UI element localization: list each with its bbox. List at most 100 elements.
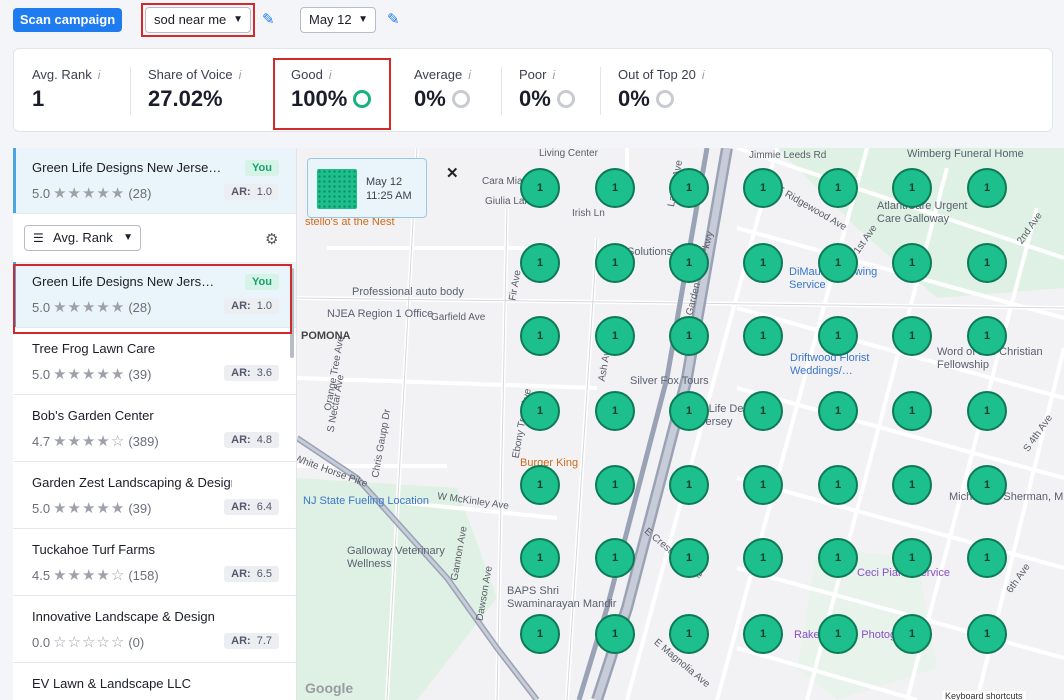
rank-pin[interactable]: 1 [595, 465, 635, 505]
poi-label: BAPS Shri Swaminarayan Mandir [507, 585, 617, 610]
out-of-top-ring-icon [655, 90, 674, 108]
rank-pin[interactable]: 1 [743, 391, 783, 431]
info-icon[interactable]: i [98, 68, 101, 82]
rank-pin[interactable]: 1 [595, 168, 635, 208]
rank-pin[interactable]: 1 [743, 243, 783, 283]
keyboard-shortcuts-link[interactable]: Keyboard shortcuts [942, 691, 1026, 700]
poi-label: Silver Fox Tours [630, 375, 709, 387]
rank-pin[interactable]: 1 [892, 168, 932, 208]
business-rating: 4.5 ★★★★☆ (158) [32, 567, 159, 584]
average-ring-icon [451, 90, 470, 108]
business-list-item[interactable]: EV Lawn & Landscape LLC [13, 664, 296, 700]
rank-pin[interactable]: 1 [595, 614, 635, 654]
rank-pin[interactable]: 1 [892, 465, 932, 505]
metrics-card: Avg. Rank i 1 Share of Voice i 27.02% Good… [13, 48, 1053, 132]
rank-pin[interactable]: 1 [669, 465, 709, 505]
gear-icon[interactable]: ⚙ [265, 230, 278, 248]
metric-value: 27.02% [148, 86, 223, 111]
scan-date: May 12 [366, 176, 403, 188]
close-icon[interactable]: ✕ [446, 164, 459, 182]
rank-pin[interactable]: 1 [520, 316, 560, 356]
rank-pin[interactable]: 1 [595, 391, 635, 431]
rank-pin[interactable]: 1 [669, 391, 709, 431]
rank-pin[interactable]: 1 [967, 614, 1007, 654]
rank-pin[interactable]: 1 [818, 243, 858, 283]
business-name: Innovative Landscape & Design [32, 609, 215, 624]
scan-campaign-button[interactable]: Scan campaign [13, 8, 122, 32]
rank-pin[interactable]: 1 [892, 538, 932, 578]
good-ring-icon [353, 90, 372, 108]
business-list-item[interactable]: Garden Zest Landscaping & Design 5.0 ★★★★★… [13, 463, 296, 529]
poi-label: Wimberg Funeral Home [907, 148, 1024, 160]
star-rating-icon: ★★★★☆ [53, 567, 126, 584]
rank-pin[interactable]: 1 [967, 538, 1007, 578]
ar-badge: AR: 3.6 [224, 365, 279, 381]
map-view[interactable]: Living Center Jimmie Leeds Rd Cara Mia L… [297, 148, 1064, 700]
rank-pin[interactable]: 1 [818, 168, 858, 208]
metric-value: 0% [414, 86, 446, 111]
rank-pin[interactable]: 1 [743, 316, 783, 356]
business-list-item[interactable]: Tree Frog Lawn Care 5.0 ★★★★★ (39) AR: 3.6 [13, 329, 296, 395]
rank-pin[interactable]: 1 [520, 391, 560, 431]
rank-pin[interactable]: 1 [595, 316, 635, 356]
rank-pin[interactable]: 1 [743, 465, 783, 505]
business-rating: 5.0 ★★★★★ (39) [32, 500, 152, 517]
rank-pin[interactable]: 1 [743, 614, 783, 654]
rank-pin[interactable]: 1 [967, 465, 1007, 505]
metric-good: Good i 100% [291, 67, 372, 112]
ar-badge: AR: 6.4 [224, 499, 279, 515]
business-name: EV Lawn & Landscape LLC [32, 676, 191, 691]
info-icon[interactable]: i [702, 68, 705, 82]
rank-pin[interactable]: 1 [892, 614, 932, 654]
poi-label: Michael E. Sherman, MS [949, 491, 1064, 503]
rank-pin[interactable]: 1 [967, 391, 1007, 431]
info-icon[interactable]: i [239, 68, 242, 82]
business-list-item[interactable]: Bob's Garden Center 4.7 ★★★★☆ (389) AR: 4.8 [13, 396, 296, 462]
rank-pin[interactable]: 1 [892, 391, 932, 431]
rank-pin[interactable]: 1 [595, 538, 635, 578]
rank-pin[interactable]: 1 [520, 614, 560, 654]
rank-pin[interactable]: 1 [669, 538, 709, 578]
edit-date-icon[interactable]: ✎ [387, 12, 403, 28]
rank-pin[interactable]: 1 [818, 391, 858, 431]
rank-pin[interactable]: 1 [520, 465, 560, 505]
rank-pin[interactable]: 1 [818, 316, 858, 356]
info-icon[interactable]: i [329, 68, 332, 82]
info-icon[interactable]: i [468, 68, 471, 82]
metric-value: 0% [519, 86, 551, 111]
date-dropdown[interactable]: May 12 ▼ [300, 7, 376, 33]
rank-pin[interactable]: 1 [669, 243, 709, 283]
keyword-dropdown[interactable]: sod near me ▼ [145, 7, 251, 33]
date-value: May 12 [309, 12, 352, 27]
rank-pin[interactable]: 1 [743, 538, 783, 578]
rank-pin[interactable]: 1 [967, 168, 1007, 208]
poi-label: NJEA Region 1 Office [327, 308, 434, 320]
rank-pin[interactable]: 1 [892, 243, 932, 283]
scan-time: 11:25 AM [366, 190, 412, 202]
rank-pin[interactable]: 1 [743, 168, 783, 208]
rank-pin[interactable]: 1 [520, 243, 560, 283]
rank-pin[interactable]: 1 [892, 316, 932, 356]
edit-keyword-icon[interactable]: ✎ [262, 12, 278, 28]
rank-pin[interactable]: 1 [818, 614, 858, 654]
business-list-item[interactable]: Tuckahoe Turf Farms 4.5 ★★★★☆ (158) AR: 6.5 [13, 530, 296, 596]
rank-pin[interactable]: 1 [967, 316, 1007, 356]
rank-pin[interactable]: 1 [595, 243, 635, 283]
poi-label: POMONA [301, 330, 351, 342]
rank-pin[interactable]: 1 [818, 538, 858, 578]
sort-dropdown[interactable]: ☰ Avg. Rank ▼ [24, 225, 141, 251]
rank-pin[interactable]: 1 [669, 316, 709, 356]
rank-pin[interactable]: 1 [669, 168, 709, 208]
rank-pin[interactable]: 1 [520, 538, 560, 578]
metric-label: Out of Top 20 [618, 67, 696, 82]
pinned-business[interactable]: Green Life Designs New Jerse… You 5.0 ★★… [13, 148, 296, 214]
rank-pin[interactable]: 1 [669, 614, 709, 654]
business-list-item[interactable]: Innovative Landscape & Design 0.0 ☆☆☆☆☆ (0)… [13, 597, 296, 663]
rank-pin[interactable]: 1 [818, 465, 858, 505]
rank-pin[interactable]: 1 [520, 168, 560, 208]
business-name: Bob's Garden Center [32, 408, 154, 423]
info-icon[interactable]: i [552, 68, 555, 82]
rank-pin[interactable]: 1 [967, 243, 1007, 283]
star-rating-icon: ☆☆☆☆☆ [53, 634, 126, 651]
scan-info-card[interactable]: May 12 11:25 AM [307, 158, 427, 218]
